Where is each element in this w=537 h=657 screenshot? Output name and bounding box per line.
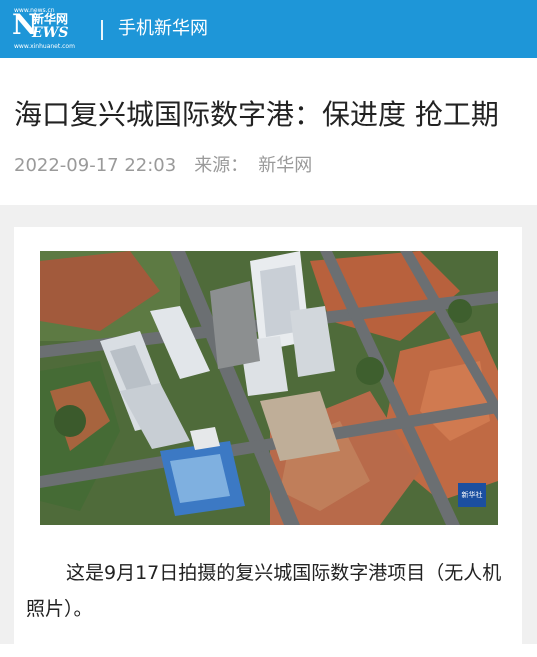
- aerial-construction-photo-icon: 新华社: [40, 251, 498, 525]
- article-meta: 2022-09-17 22:03 来源： 新华网: [14, 152, 330, 180]
- logo-letters-ews: EWS: [32, 25, 69, 41]
- logo-url-bottom: www.xinhuanet.com: [14, 43, 75, 50]
- xinhuanet-logo[interactable]: www.news.cn N 新华网 EWS www.xinhuanet.com: [10, 6, 84, 52]
- photo-watermark: 新华社: [462, 490, 483, 499]
- source-label: 来源：: [194, 155, 249, 176]
- header-divider: [101, 20, 103, 40]
- photo-caption: 这是9月17日拍摄的复兴城国际数字港项目（无人机照片）。: [26, 562, 502, 620]
- article-title: 海口复兴城国际数字港：保进度 抢工期: [14, 98, 499, 131]
- logo-chinese-text: 新华网: [32, 12, 69, 26]
- source-name: 新华网: [258, 155, 313, 176]
- site-name-link[interactable]: 手机新华网: [118, 16, 208, 42]
- article-photo[interactable]: 新华社: [40, 251, 498, 525]
- article-datetime: 2022-09-17 22:03: [14, 155, 177, 176]
- header-bar: www.news.cn N 新华网 EWS www.xinhuanet.com …: [0, 0, 537, 58]
